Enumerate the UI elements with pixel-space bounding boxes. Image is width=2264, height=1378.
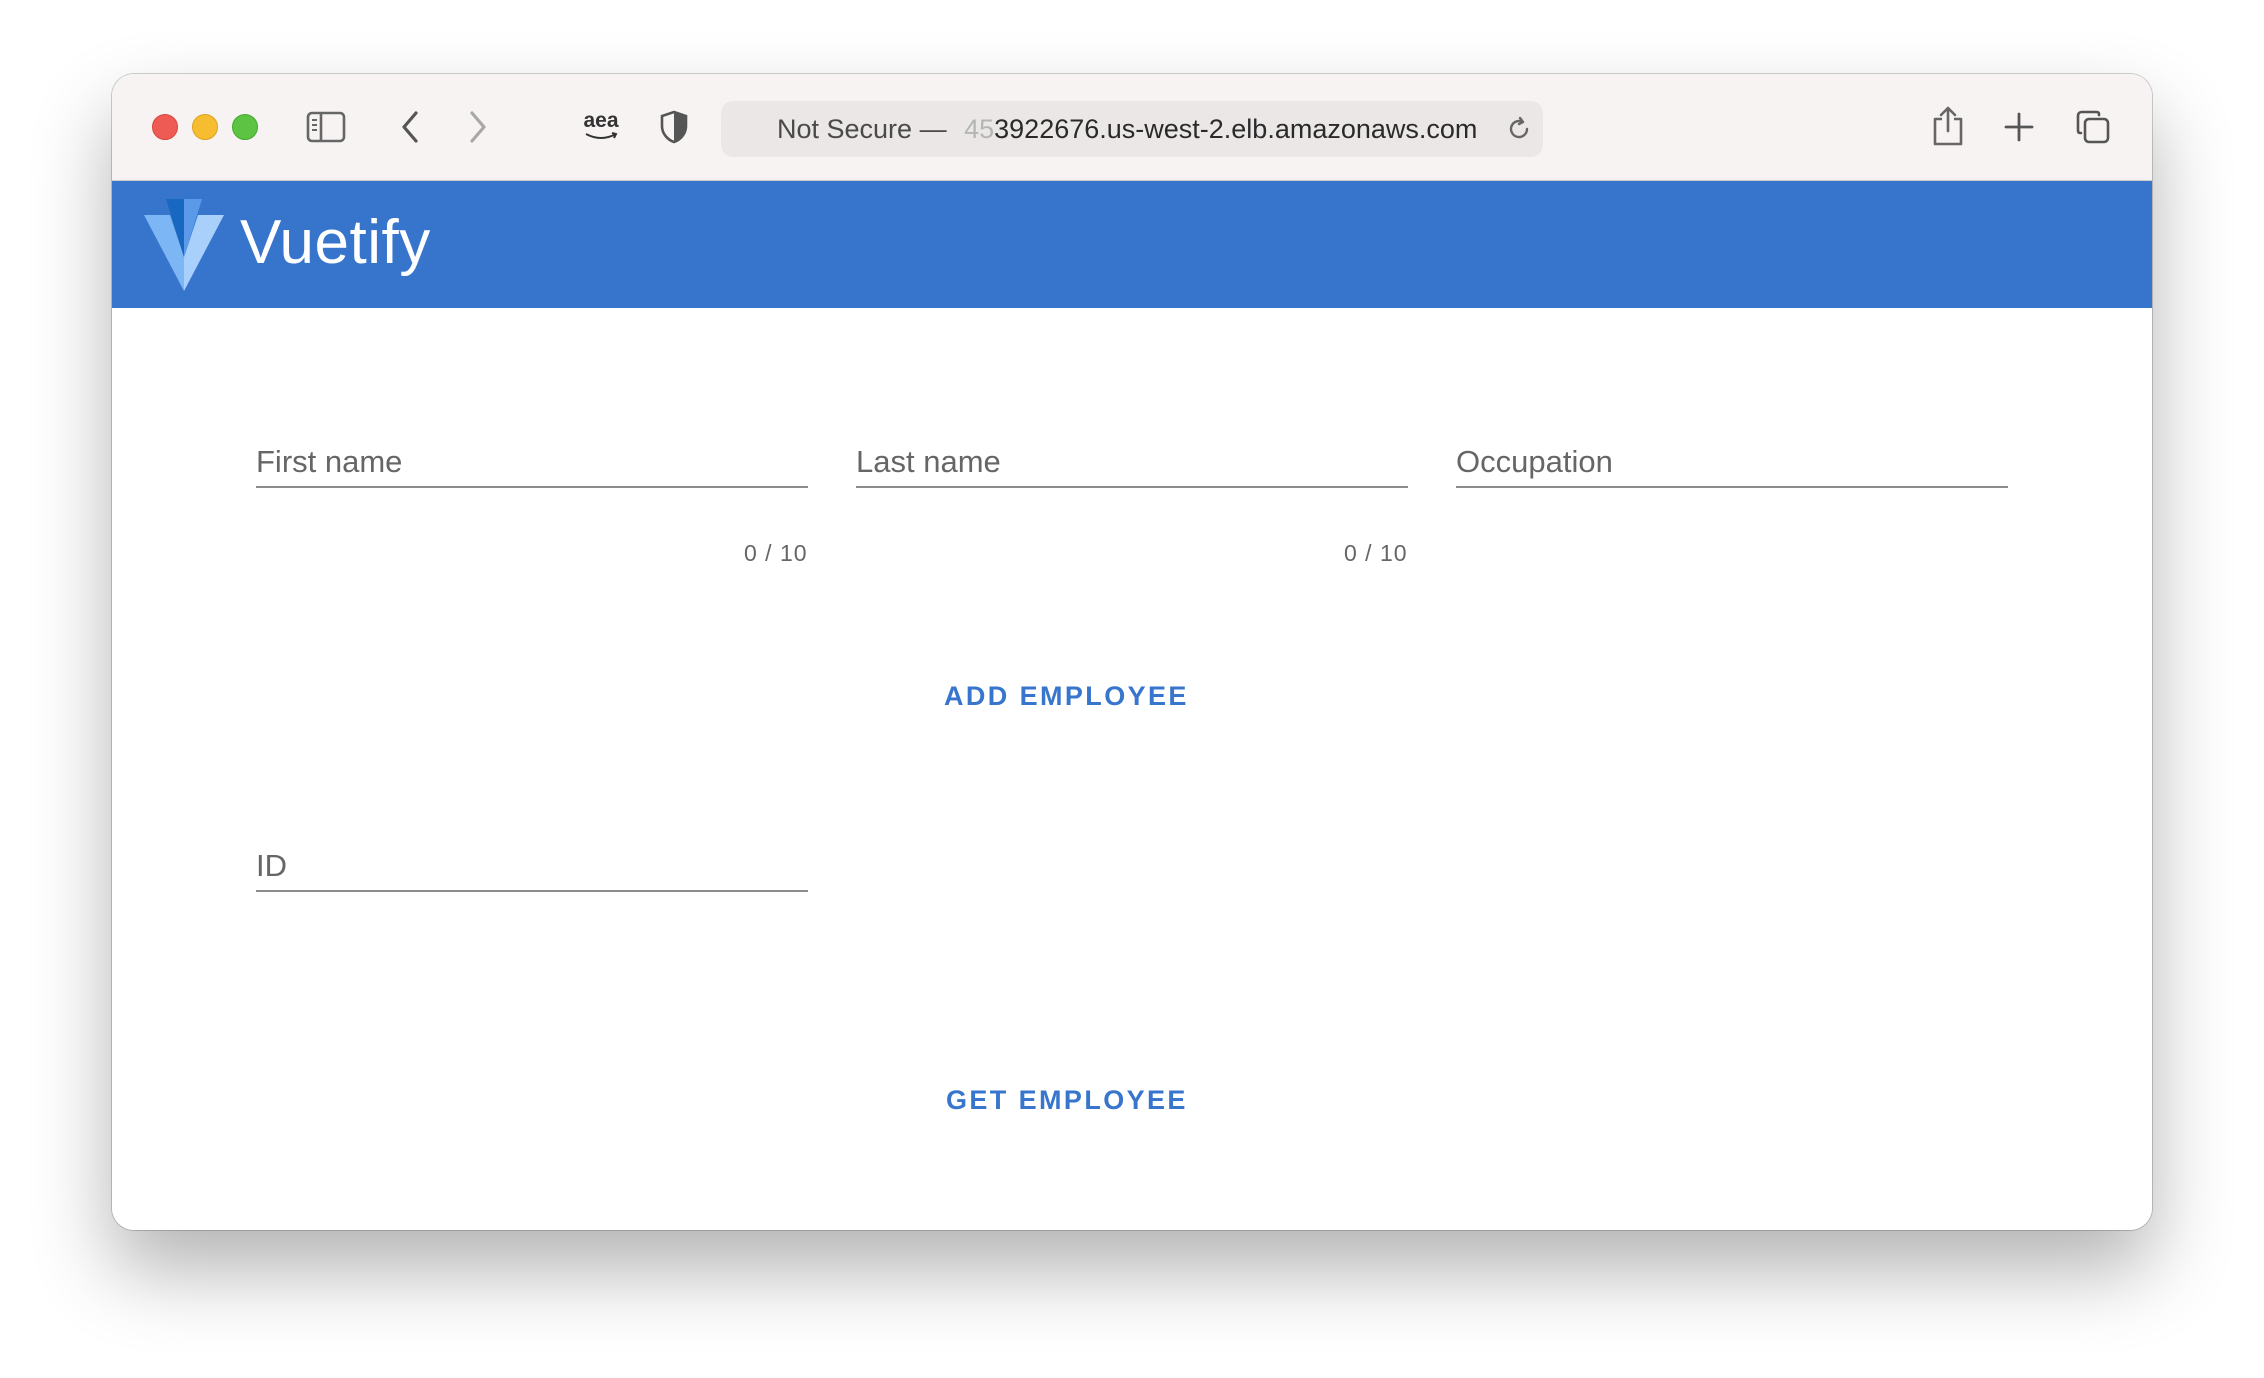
address-bar[interactable]: Not Secure — 453922676.us-west-2.elb.ama…	[721, 101, 1543, 157]
vuetify-logo-icon	[144, 199, 224, 296]
first-name-counter: 0 / 10	[744, 540, 808, 566]
add-employee-button[interactable]: ADD EMPLOYEE	[928, 668, 1205, 724]
chevron-right-icon[interactable]	[464, 108, 492, 146]
last-name-field[interactable]: Last name	[856, 406, 1412, 488]
id-input[interactable]	[256, 846, 812, 888]
smile-arrow-icon	[585, 132, 618, 139]
close-window-button[interactable]	[152, 114, 178, 140]
share-icon[interactable]	[1930, 104, 1966, 148]
first-name-input[interactable]	[256, 442, 812, 484]
aea-extension-icon[interactable]: aea	[580, 106, 622, 146]
zoom-window-button[interactable]	[232, 114, 258, 140]
occupation-field[interactable]: Occupation	[1456, 406, 2012, 488]
minimize-window-button[interactable]	[192, 114, 218, 140]
extension-label: aea	[583, 109, 619, 132]
shield-icon[interactable]	[658, 108, 690, 146]
last-name-input[interactable]	[856, 442, 1412, 484]
reload-icon[interactable]	[1505, 115, 1533, 143]
app-bar: Vuetify	[112, 181, 2152, 308]
sidebar-icon[interactable]	[306, 110, 346, 144]
first-name-field[interactable]: First name	[256, 406, 812, 488]
browser-toolbar: aea Not Secure — 453922676.us-west-2.elb…	[112, 74, 2152, 181]
address-text: Not Secure — 453922676.us-west-2.elb.ama…	[777, 101, 1477, 157]
main-content: First name 0 / 10 Last name 0 / 10 Occup…	[112, 308, 2152, 1230]
id-field[interactable]: ID	[256, 810, 812, 892]
url-host: 3922676.us-west-2.elb.amazonaws.com	[994, 114, 1478, 144]
app-title: Vuetify	[240, 208, 431, 277]
occupation-input[interactable]	[1456, 442, 2012, 484]
url-host-prefix: 45	[964, 114, 995, 144]
last-name-counter: 0 / 10	[1344, 540, 1408, 566]
tab-overview-icon[interactable]	[2074, 108, 2112, 146]
get-employee-button[interactable]: GET EMPLOYEE	[930, 1072, 1204, 1128]
chevron-left-icon[interactable]	[396, 108, 424, 146]
not-secure-label: Not Secure —	[777, 114, 947, 144]
browser-window: aea Not Secure — 453922676.us-west-2.elb…	[112, 74, 2152, 1230]
plus-icon[interactable]	[2002, 110, 2036, 144]
